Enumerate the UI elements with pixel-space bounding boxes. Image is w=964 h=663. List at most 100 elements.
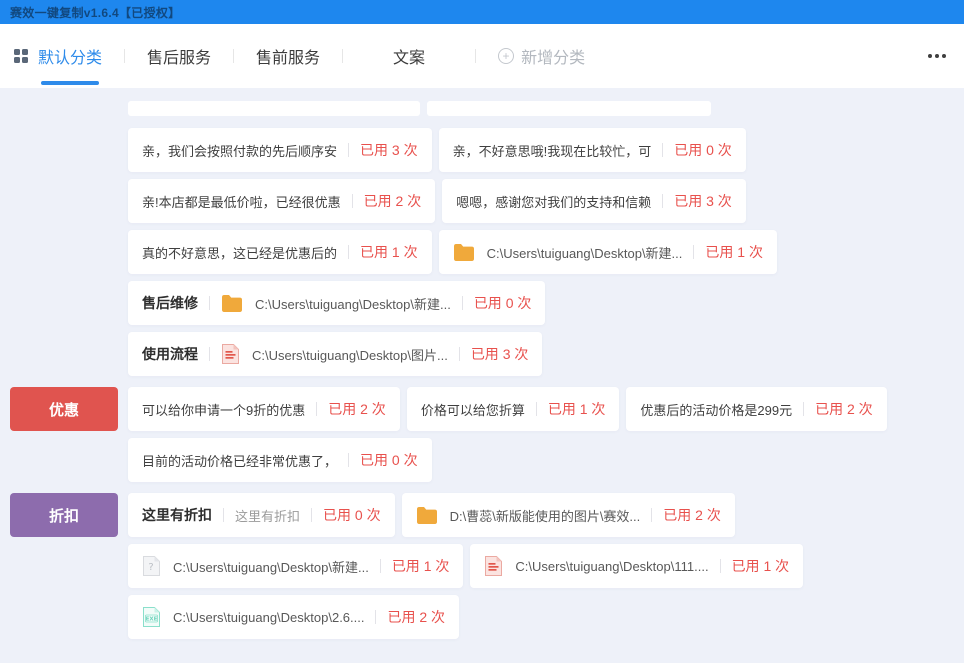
tab-separator [342, 49, 343, 63]
snippet-card[interactable]: 真的不好意思，这已经是优惠后的 已用 1 次 [128, 230, 432, 274]
usage-badge: 已用 1 次 [732, 556, 790, 576]
snippet-title: 这里有折扣 [142, 505, 212, 525]
divider [209, 347, 210, 361]
file-card[interactable]: C:\Users\tuiguang\Desktop\新建... 已用 1 次 [439, 230, 777, 274]
divider [803, 402, 804, 416]
usage-badge: 已用 1 次 [360, 242, 418, 262]
snippet-card[interactable]: 亲，我们会按照付款的先后顺序安 已用 3 次 [128, 128, 432, 172]
snippet-text: 亲!本店都是最低价啦，已经很优惠 [142, 192, 341, 211]
divider [380, 559, 381, 573]
divider [662, 194, 663, 208]
tab-pre-sales[interactable]: 售前服务 [256, 24, 320, 88]
file-card[interactable]: EXE C:\Users\tuiguang\Desktop\2.6.... 已用… [128, 595, 459, 639]
card-row: EXE C:\Users\tuiguang\Desktop\2.6.... 已用… [128, 595, 964, 639]
card-row: 亲!本店都是最低价啦，已经很优惠 已用 2 次 嗯嗯，感谢您对我们的支持和信赖 … [128, 179, 964, 223]
unknown-file-icon: ? [142, 555, 161, 577]
file-card[interactable]: C:\Users\tuiguang\Desktop\111.... 已用 1 次 [470, 544, 803, 588]
divider [459, 347, 460, 361]
file-card[interactable]: ? C:\Users\tuiguang\Desktop\新建... 已用 1 次 [128, 544, 463, 588]
snippet-text: 真的不好意思，这已经是优惠后的 [142, 243, 337, 262]
snippet-text: 目前的活动价格已经非常优惠了， [142, 451, 337, 470]
divider [348, 245, 349, 259]
tab-default-category[interactable]: 默认分类 [38, 24, 102, 88]
add-category-label: 新增分类 [521, 44, 585, 68]
partial-card[interactable] [427, 101, 711, 116]
file-card[interactable]: D:\曹蕊\新版能使用的图片\赛效... 已用 2 次 [402, 493, 735, 537]
card-row: 使用流程 C:\Users\tuiguang\Desktop\图片... 已用 … [128, 332, 964, 376]
tab-label: 默认分类 [38, 44, 102, 68]
category-tab-bar: 默认分类 售后服务 售前服务 文案 新增分类 [0, 24, 964, 88]
window-title: 赛效一键复制v1.6.4【已授权】 [10, 4, 180, 21]
file-path: D:\曹蕊\新版能使用的图片\赛效... [450, 506, 641, 525]
snippet-title: 使用流程 [142, 344, 198, 364]
usage-badge: 已用 3 次 [674, 191, 732, 211]
snippet-card[interactable]: 可以给你申请一个9折的优惠 已用 2 次 [128, 387, 400, 431]
snippet-card[interactable]: 亲，不好意思哦!我现在比较忙，可 已用 0 次 [439, 128, 746, 172]
divider [348, 143, 349, 157]
snippet-card[interactable]: 目前的活动价格已经非常优惠了， 已用 0 次 [128, 438, 432, 482]
usage-badge: 已用 0 次 [474, 293, 532, 313]
divider [223, 508, 224, 522]
add-category-button[interactable]: 新增分类 [498, 24, 585, 88]
titled-file-card[interactable]: 售后维修 C:\Users\tuiguang\Desktop\新建... 已用 … [128, 281, 545, 325]
snippet-card[interactable]: 亲!本店都是最低价啦，已经很优惠 已用 2 次 [128, 179, 435, 223]
divider [693, 245, 694, 259]
active-tab-indicator [41, 81, 99, 85]
titled-file-card[interactable]: 使用流程 C:\Users\tuiguang\Desktop\图片... 已用 … [128, 332, 542, 376]
file-path: C:\Users\tuiguang\Desktop\新建... [487, 243, 683, 262]
tab-copywriting[interactable]: 文案 [365, 24, 453, 88]
document-red-icon [484, 555, 503, 577]
partial-card-row [128, 101, 964, 116]
file-path: C:\Users\tuiguang\Desktop\新建... [173, 557, 369, 576]
titled-snippet-card[interactable]: 这里有折扣 这里有折扣 已用 0 次 [128, 493, 395, 537]
snippet-card[interactable]: 嗯嗯，感谢您对我们的支持和信赖 已用 3 次 [442, 179, 746, 223]
snippet-text: 优惠后的活动价格是299元 [640, 400, 792, 419]
plus-circle-icon [498, 48, 514, 64]
usage-badge: 已用 1 次 [392, 556, 450, 576]
document-red-icon [221, 343, 240, 365]
usage-badge: 已用 2 次 [815, 399, 873, 419]
divider [662, 143, 663, 157]
usage-badge: 已用 0 次 [674, 140, 732, 160]
snippet-text: 可以给你申请一个9折的优惠 [142, 400, 305, 419]
snippet-title: 售后维修 [142, 293, 198, 313]
usage-badge: 已用 3 次 [360, 140, 418, 160]
usage-badge: 已用 1 次 [705, 242, 763, 262]
usage-badge: 已用 1 次 [548, 399, 606, 419]
snippet-list-area: 亲，我们会按照付款的先后顺序安 已用 3 次 亲，不好意思哦!我现在比较忙，可 … [0, 88, 964, 663]
folder-icon [453, 243, 475, 262]
tab-label: 文案 [393, 44, 425, 68]
divider [209, 296, 210, 310]
card-row: 售后维修 C:\Users\tuiguang\Desktop\新建... 已用 … [128, 281, 964, 325]
divider [375, 610, 376, 624]
snippet-card[interactable]: 价格可以给您折算 已用 1 次 [407, 387, 620, 431]
section-zhekou: 折扣 这里有折扣 这里有折扣 已用 0 次 D:\曹蕊\新版能使用的图片\赛效.… [0, 493, 964, 639]
divider [348, 453, 349, 467]
usage-badge: 已用 0 次 [323, 505, 381, 525]
more-menu-icon[interactable] [926, 48, 948, 64]
svg-text:?: ? [148, 562, 153, 573]
file-path: C:\Users\tuiguang\Desktop\图片... [252, 345, 448, 364]
card-row: 可以给你申请一个9折的优惠 已用 2 次 价格可以给您折算 已用 1 次 优惠后… [128, 387, 964, 431]
partial-card[interactable] [128, 101, 420, 116]
divider [311, 508, 312, 522]
folder-icon [416, 506, 438, 525]
tab-label: 售后服务 [147, 44, 211, 68]
file-path: C:\Users\tuiguang\Desktop\新建... [255, 294, 451, 313]
snippet-subtext: 这里有折扣 [235, 506, 300, 525]
divider [536, 402, 537, 416]
tab-after-sales[interactable]: 售后服务 [147, 24, 211, 88]
snippet-text: 价格可以给您折算 [421, 400, 525, 419]
usage-badge: 已用 3 次 [471, 344, 529, 364]
category-label-zhekou[interactable]: 折扣 [10, 493, 118, 537]
usage-badge: 已用 2 次 [328, 399, 386, 419]
usage-badge: 已用 2 次 [663, 505, 721, 525]
section-youhui: 优惠 可以给你申请一个9折的优惠 已用 2 次 价格可以给您折算 已用 1 次 … [0, 387, 964, 482]
divider [352, 194, 353, 208]
folder-icon [221, 294, 243, 313]
snippet-card[interactable]: 优惠后的活动价格是299元 已用 2 次 [626, 387, 886, 431]
category-label-youhui[interactable]: 优惠 [10, 387, 118, 431]
section-default: 亲，我们会按照付款的先后顺序安 已用 3 次 亲，不好意思哦!我现在比较忙，可 … [0, 128, 964, 376]
snippet-text: 亲，我们会按照付款的先后顺序安 [142, 141, 337, 160]
divider [316, 402, 317, 416]
